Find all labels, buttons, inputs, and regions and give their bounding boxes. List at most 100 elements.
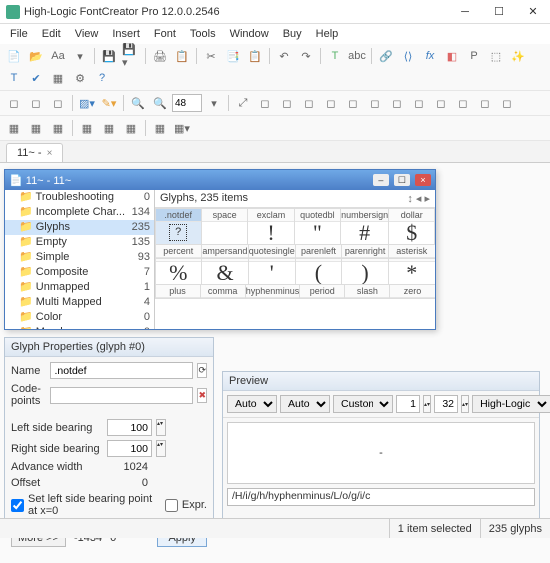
- glyph-cell[interactable]: ampersand: [201, 244, 249, 259]
- preview-icon[interactable]: 📋: [172, 46, 192, 66]
- menu-tools[interactable]: Tools: [184, 26, 222, 42]
- preview-mode1[interactable]: Auto: [227, 395, 277, 413]
- tb2-l[interactable]: ◻: [497, 93, 517, 113]
- glyph-cell[interactable]: ): [341, 258, 389, 285]
- glyph-cell[interactable]: period: [299, 284, 345, 299]
- zoom-out-icon[interactable]: 🔍: [150, 93, 170, 113]
- preview-n2[interactable]: [434, 395, 458, 413]
- glyph-cell[interactable]: asterisk: [388, 244, 435, 259]
- tb2-j[interactable]: ◻: [453, 93, 473, 113]
- tb3-3[interactable]: ▦: [48, 118, 68, 138]
- abc-icon[interactable]: abc: [347, 46, 367, 66]
- move-icon[interactable]: ⤢: [233, 93, 253, 113]
- cp-tool-icon[interactable]: ✖: [197, 388, 207, 403]
- tb2-pencil-icon[interactable]: ✎▾: [99, 93, 119, 113]
- menu-edit[interactable]: Edit: [36, 26, 67, 42]
- tb3-1[interactable]: ▦: [4, 118, 24, 138]
- lsb-input[interactable]: [107, 419, 152, 436]
- glyph-cell[interactable]: space: [201, 208, 248, 245]
- tb2-e[interactable]: ◻: [343, 93, 363, 113]
- tab-close-icon[interactable]: ×: [47, 148, 53, 159]
- pv-spin1[interactable]: ▴▾: [423, 395, 431, 413]
- eraser-icon[interactable]: ◧: [442, 46, 462, 66]
- tb2-d[interactable]: ◻: [321, 93, 341, 113]
- preview-brand[interactable]: High-Logic: [472, 395, 550, 413]
- glyph-cell[interactable]: &: [201, 258, 249, 285]
- zoom-in-icon[interactable]: 🔍: [128, 93, 148, 113]
- rsb-input[interactable]: [107, 440, 152, 457]
- glyph-cell[interactable]: ': [248, 258, 296, 285]
- glyph-cell[interactable]: quotesingle: [248, 244, 296, 259]
- grid-nav[interactable]: ↕ ◂ ▸: [407, 192, 430, 205]
- close-button[interactable]: ✕: [516, 0, 550, 24]
- glyph-cell[interactable]: %: [155, 258, 202, 285]
- zoom-input[interactable]: [172, 94, 202, 112]
- preview-path[interactable]: /H/i/g/h/hyphenminus/L/o/g/i/c: [227, 488, 535, 506]
- new-icon[interactable]: 📄: [4, 46, 24, 66]
- glyph-window-titlebar[interactable]: 📄 11~ - 11~ – ☐ ×: [5, 170, 435, 190]
- options-icon[interactable]: ⚙: [70, 68, 90, 88]
- redo-icon[interactable]: ↷: [296, 46, 316, 66]
- glyph-cell[interactable]: parenleft: [295, 244, 343, 259]
- set-lsb-checkbox[interactable]: [11, 499, 24, 512]
- undo-icon[interactable]: ↶: [274, 46, 294, 66]
- name-tool-icon[interactable]: ⟳: [197, 363, 207, 378]
- menu-insert[interactable]: Insert: [106, 26, 146, 42]
- glyph-cell[interactable]: *: [388, 258, 435, 285]
- zoom-dd-icon[interactable]: ▾: [204, 93, 224, 113]
- tb2-3[interactable]: ◻: [48, 93, 68, 113]
- menu-help[interactable]: Help: [310, 26, 345, 42]
- rsb-spin[interactable]: ▴▾: [156, 440, 166, 457]
- glyph-cell[interactable]: (: [295, 258, 343, 285]
- preview-custom[interactable]: Custom: [333, 395, 393, 413]
- tb3-2[interactable]: ▦: [26, 118, 46, 138]
- menu-file[interactable]: File: [4, 26, 34, 42]
- grid-icon[interactable]: ▦: [48, 68, 68, 88]
- font-manager-icon[interactable]: Aa: [48, 46, 68, 66]
- tree-item[interactable]: 📁 Glyphs235: [5, 220, 154, 235]
- glyph-cell[interactable]: percent: [155, 244, 202, 259]
- tb3-8[interactable]: ▦▾: [172, 118, 192, 138]
- minimize-button[interactable]: ─: [448, 0, 482, 24]
- glyph-cell[interactable]: plus: [155, 284, 201, 299]
- glyph-cell[interactable]: quotedbl": [294, 208, 341, 245]
- wand-icon[interactable]: ✨: [508, 46, 528, 66]
- tree-item[interactable]: 📁 Multi Mapped4: [5, 295, 154, 310]
- lsb-spin[interactable]: ▴▾: [156, 419, 166, 436]
- tree-item[interactable]: 📁 Incomplete Char...134: [5, 205, 154, 220]
- glyph-cell[interactable]: .notdef?: [155, 208, 202, 245]
- copy-icon[interactable]: 📑: [223, 46, 243, 66]
- saveas-icon[interactable]: 💾▾: [121, 46, 141, 66]
- tb3-7[interactable]: ▦: [150, 118, 170, 138]
- sample-icon[interactable]: ⬚: [486, 46, 506, 66]
- pv-spin2[interactable]: ▴▾: [461, 395, 469, 413]
- glyph-cell[interactable]: parenright: [341, 244, 389, 259]
- inner-close-icon[interactable]: ×: [415, 174, 431, 186]
- tb2-1[interactable]: ◻: [4, 93, 24, 113]
- glyph-cell[interactable]: dollar$: [388, 208, 435, 245]
- codepoints-input[interactable]: [50, 387, 193, 404]
- expr-checkbox[interactable]: [165, 499, 178, 512]
- template-icon[interactable]: T: [325, 46, 345, 66]
- save-icon[interactable]: 💾: [99, 46, 119, 66]
- glyph-cell[interactable]: numbersign#: [340, 208, 389, 245]
- tb2-i[interactable]: ◻: [431, 93, 451, 113]
- maximize-button[interactable]: ☐: [482, 0, 516, 24]
- preview-p-icon[interactable]: P: [464, 46, 484, 66]
- tree-item[interactable]: 📁 Simple93: [5, 250, 154, 265]
- tb2-fill-icon[interactable]: ▨▾: [77, 93, 97, 113]
- tb2-2[interactable]: ◻: [26, 93, 46, 113]
- name-input[interactable]: [50, 362, 193, 379]
- menu-buy[interactable]: Buy: [277, 26, 308, 42]
- menu-font[interactable]: Font: [148, 26, 182, 42]
- glyph-cell[interactable]: comma: [200, 284, 246, 299]
- tab-doc-1[interactable]: 11~ - ×: [6, 143, 63, 162]
- tb2-k[interactable]: ◻: [475, 93, 495, 113]
- link-icon[interactable]: 🔗: [376, 46, 396, 66]
- tb2-g[interactable]: ◻: [387, 93, 407, 113]
- open-icon[interactable]: 📂: [26, 46, 46, 66]
- tb2-c[interactable]: ◻: [299, 93, 319, 113]
- paste-icon[interactable]: 📋: [245, 46, 265, 66]
- cut-icon[interactable]: ✂: [201, 46, 221, 66]
- tb3-5[interactable]: ▦: [99, 118, 119, 138]
